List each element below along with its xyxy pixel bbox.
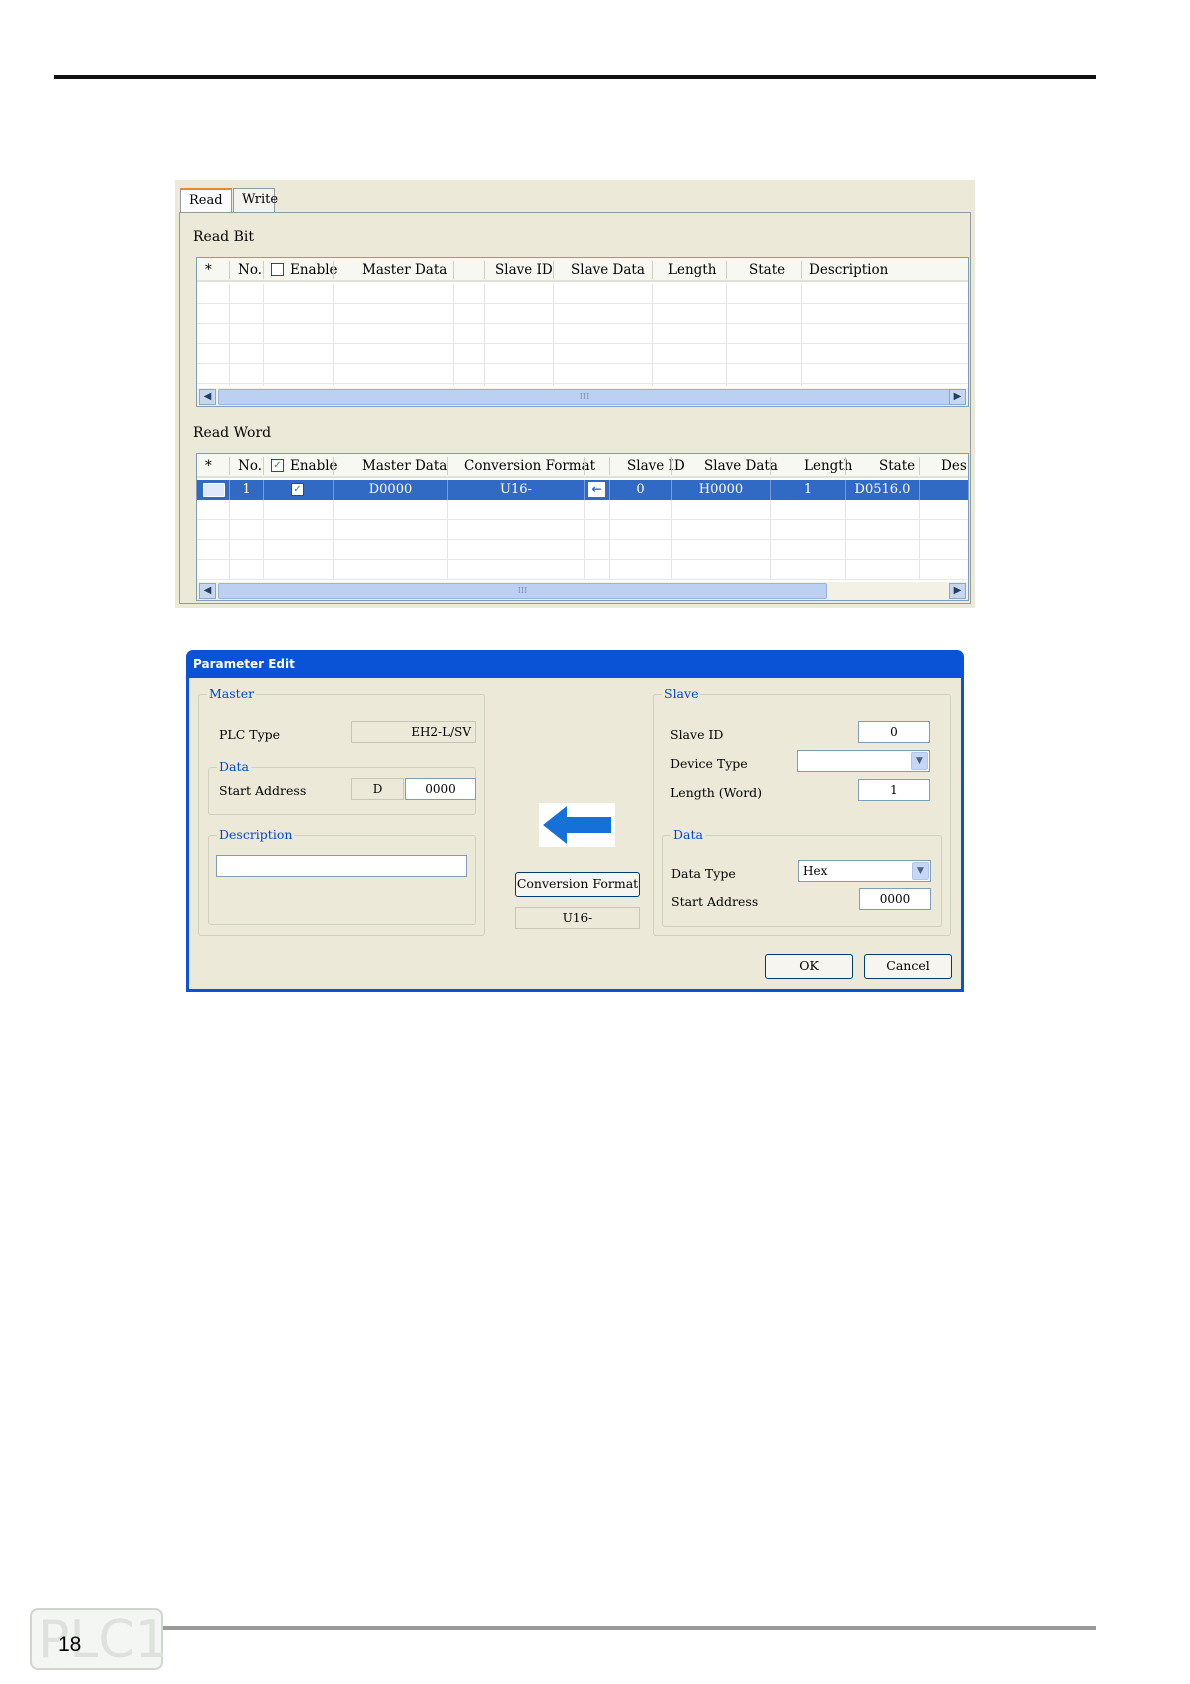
read-word-hscroll[interactable]: ◀ III ▶ [197, 582, 968, 600]
enable-all-checkbox[interactable] [271, 263, 284, 276]
slave-id-label: Slave ID [670, 727, 724, 742]
slave-group: Slave Slave ID 0 Device Type ▼ Length (W… [653, 686, 951, 936]
slave-data-caption: Data [671, 827, 705, 842]
read-word-grid: * No. ✓ Enable Master Data Conversion Fo… [196, 453, 969, 601]
col-conversion-format: Conversion Format [464, 458, 596, 474]
master-start-address-input[interactable]: 0000 [405, 778, 476, 800]
scroll-right-icon[interactable]: ▶ [949, 389, 966, 405]
slave-id-input[interactable]: 0 [858, 721, 930, 743]
col-star: * [205, 458, 212, 474]
slave-data-group: Data Data Type Hex ▼ Start Address 0000 [662, 827, 942, 927]
master-start-address-label: Start Address [219, 783, 307, 798]
col-slave-data: Slave Data [571, 262, 645, 278]
cell-slave-data: H0000 [698, 482, 744, 497]
data-type-select[interactable]: Hex ▼ [798, 860, 931, 882]
col-state: State [879, 458, 916, 474]
device-type-label: Device Type [670, 756, 748, 771]
col-master-data: Master Data [362, 262, 448, 278]
ok-button[interactable]: OK [765, 954, 853, 979]
modbus-table-panel: Read Write Read Bit * No. Enable Master … [175, 180, 975, 608]
description-group: Description [208, 827, 476, 925]
col-no: No. [238, 458, 262, 474]
master-caption: Master [207, 686, 257, 701]
read-bit-rows [197, 284, 968, 386]
master-group: Master PLC Type EH2-L/SV Data Start Addr… [198, 686, 485, 936]
conversion-format-button[interactable]: Conversion Format [515, 872, 640, 897]
top-rule [54, 75, 1096, 79]
slave-caption: Slave [662, 686, 701, 701]
col-enable: Enable [290, 262, 338, 278]
cell-no: 1 [242, 482, 251, 497]
col-slave-id: Slave ID [495, 262, 553, 278]
scroll-left-icon[interactable]: ◀ [199, 389, 216, 405]
dialog-body: Master PLC Type EH2-L/SV Data Start Addr… [189, 678, 961, 989]
chevron-down-icon[interactable]: ▼ [911, 752, 928, 770]
scroll-thumb[interactable]: III [218, 583, 827, 599]
master-device-field: D [351, 778, 404, 800]
read-word-rows: 1 ✓ D0000 U16- ← 0 H0000 1 D0516.0 [197, 480, 968, 580]
length-word-label: Length (Word) [670, 785, 763, 800]
cell-length: 1 [803, 482, 813, 497]
read-word-label: Read Word [193, 425, 272, 441]
master-data-caption: Data [217, 759, 251, 774]
col-slave-id: Slave ID [627, 458, 685, 474]
conversion-format-field: U16- [515, 907, 640, 929]
scroll-right-icon[interactable]: ▶ [949, 583, 966, 599]
length-input[interactable]: 1 [858, 779, 930, 801]
tab-read[interactable]: Read [180, 188, 232, 214]
page-number: 18 [58, 1633, 82, 1656]
row-enable-checkbox[interactable]: ✓ [291, 483, 304, 496]
description-input[interactable] [216, 855, 467, 877]
read-word-header: * No. ✓ Enable Master Data Conversion Fo… [197, 454, 968, 478]
parameter-edit-dialog: Parameter Edit Master PLC Type EH2-L/SV … [186, 650, 964, 992]
read-bit-label: Read Bit [193, 229, 254, 245]
col-no: No. [238, 262, 262, 278]
plc-type-field: EH2-L/SV [351, 721, 476, 743]
slave-start-address-label: Start Address [671, 894, 759, 909]
col-length: Length [668, 262, 717, 278]
slave-start-address-input[interactable]: 0000 [859, 888, 931, 910]
chevron-down-icon[interactable]: ▼ [912, 862, 929, 880]
table-row[interactable]: 1 ✓ D0000 U16- ← 0 H0000 1 D0516.0 [197, 480, 968, 500]
data-type-label: Data Type [671, 866, 736, 881]
col-description: Description [809, 262, 889, 278]
enable-all-checkbox[interactable]: ✓ [271, 459, 284, 472]
tab-write[interactable]: Write [233, 188, 278, 212]
cell-state: D0516.0 [854, 482, 911, 497]
tab-content: Read Bit * No. Enable Master Data Slave … [179, 212, 971, 604]
direction-arrow-icon: ← [588, 482, 605, 497]
bottom-rule [54, 1626, 1096, 1630]
col-description: Des [941, 458, 967, 474]
master-data-group: Data Start Address D 0000 [208, 759, 476, 815]
scroll-left-icon[interactable]: ◀ [199, 583, 216, 599]
scroll-thumb[interactable]: III [218, 389, 951, 405]
cell-slave-id: 0 [636, 482, 645, 497]
col-master-data: Master Data [362, 458, 448, 474]
read-bit-grid: * No. Enable Master Data Slave ID Slave … [196, 257, 969, 407]
cell-master-data: D0000 [368, 482, 413, 497]
cancel-button[interactable]: Cancel [864, 954, 952, 979]
cell-conversion-format: U16- [500, 482, 532, 497]
row-edit-icon[interactable] [203, 483, 225, 497]
direction-arrow-icon [539, 803, 615, 847]
dialog-title: Parameter Edit [193, 657, 295, 671]
plc-type-label: PLC Type [219, 727, 281, 742]
footer-logo: PLC1 [30, 1608, 168, 1670]
description-caption: Description [217, 827, 295, 842]
col-enable: Enable [290, 458, 338, 474]
col-slave-data: Slave Data [704, 458, 778, 474]
col-star: * [205, 262, 212, 278]
data-type-value: Hex [803, 864, 828, 878]
col-state: State [749, 262, 786, 278]
read-bit-header: * No. Enable Master Data Slave ID Slave … [197, 258, 968, 282]
device-type-select[interactable]: ▼ [797, 750, 930, 772]
read-bit-hscroll[interactable]: ◀ III ▶ [197, 388, 968, 406]
